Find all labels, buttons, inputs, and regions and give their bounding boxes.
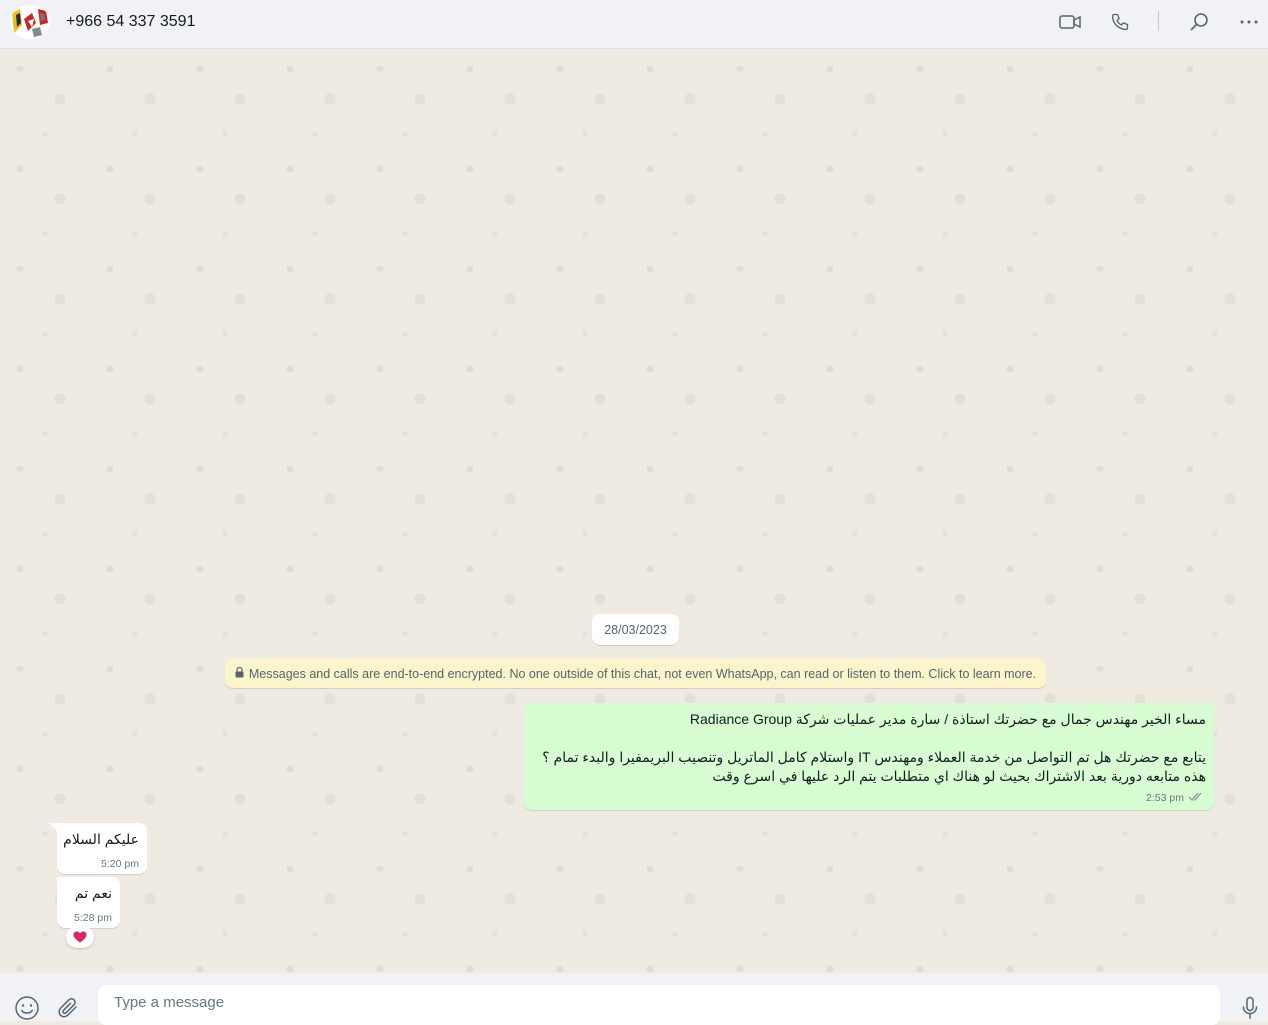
- contact-name[interactable]: +966 54 337 3591: [66, 13, 195, 31]
- chat-area[interactable]: [0, 49, 1268, 973]
- emoji-icon[interactable]: [14, 995, 40, 1021]
- chat-header: +966 54 337 3591: [0, 0, 1268, 49]
- encryption-notice-text: Messages and calls are end-to-end encryp…: [248, 666, 1037, 681]
- voice-call-icon[interactable]: [1108, 10, 1132, 34]
- incoming-message[interactable]: عليكم السلام 5:20 pm: [49, 823, 147, 874]
- message-input[interactable]: [98, 985, 1220, 1025]
- video-call-icon[interactable]: [1058, 10, 1082, 34]
- date-chip: 28/03/2023: [592, 614, 679, 645]
- outgoing-message-meta: 2:53 pm: [1146, 791, 1204, 805]
- more-options-icon[interactable]: [1237, 10, 1261, 34]
- search-icon[interactable]: [1187, 10, 1211, 34]
- incoming-message-text: عليكم السلام: [63, 831, 139, 847]
- incoming-message-text: نعم تم: [74, 885, 112, 901]
- message-time: 2:53 pm: [1146, 792, 1184, 804]
- attach-icon[interactable]: [55, 995, 81, 1021]
- lock-icon: [235, 666, 244, 681]
- encryption-notice[interactable]: Messages and calls are end-to-end encryp…: [225, 659, 1046, 688]
- incoming-message[interactable]: نعم تم 5:28 pm: [57, 877, 120, 928]
- message-time: 5:20 pm: [101, 858, 139, 870]
- microphone-icon[interactable]: [1237, 995, 1263, 1021]
- message-composer: [0, 973, 1268, 1025]
- contact-avatar[interactable]: [10, 5, 50, 39]
- outgoing-message-text: مساء الخير مهندس جمال مع حضرتك استاذة / …: [542, 711, 1206, 784]
- read-ticks-icon: [1188, 791, 1204, 805]
- message-time: 5:28 pm: [74, 912, 112, 924]
- header-separator: [1158, 11, 1159, 31]
- outgoing-message[interactable]: مساء الخير مهندس جمال مع حضرتك استاذة / …: [524, 703, 1222, 810]
- heart-reaction-icon[interactable]: [66, 926, 94, 948]
